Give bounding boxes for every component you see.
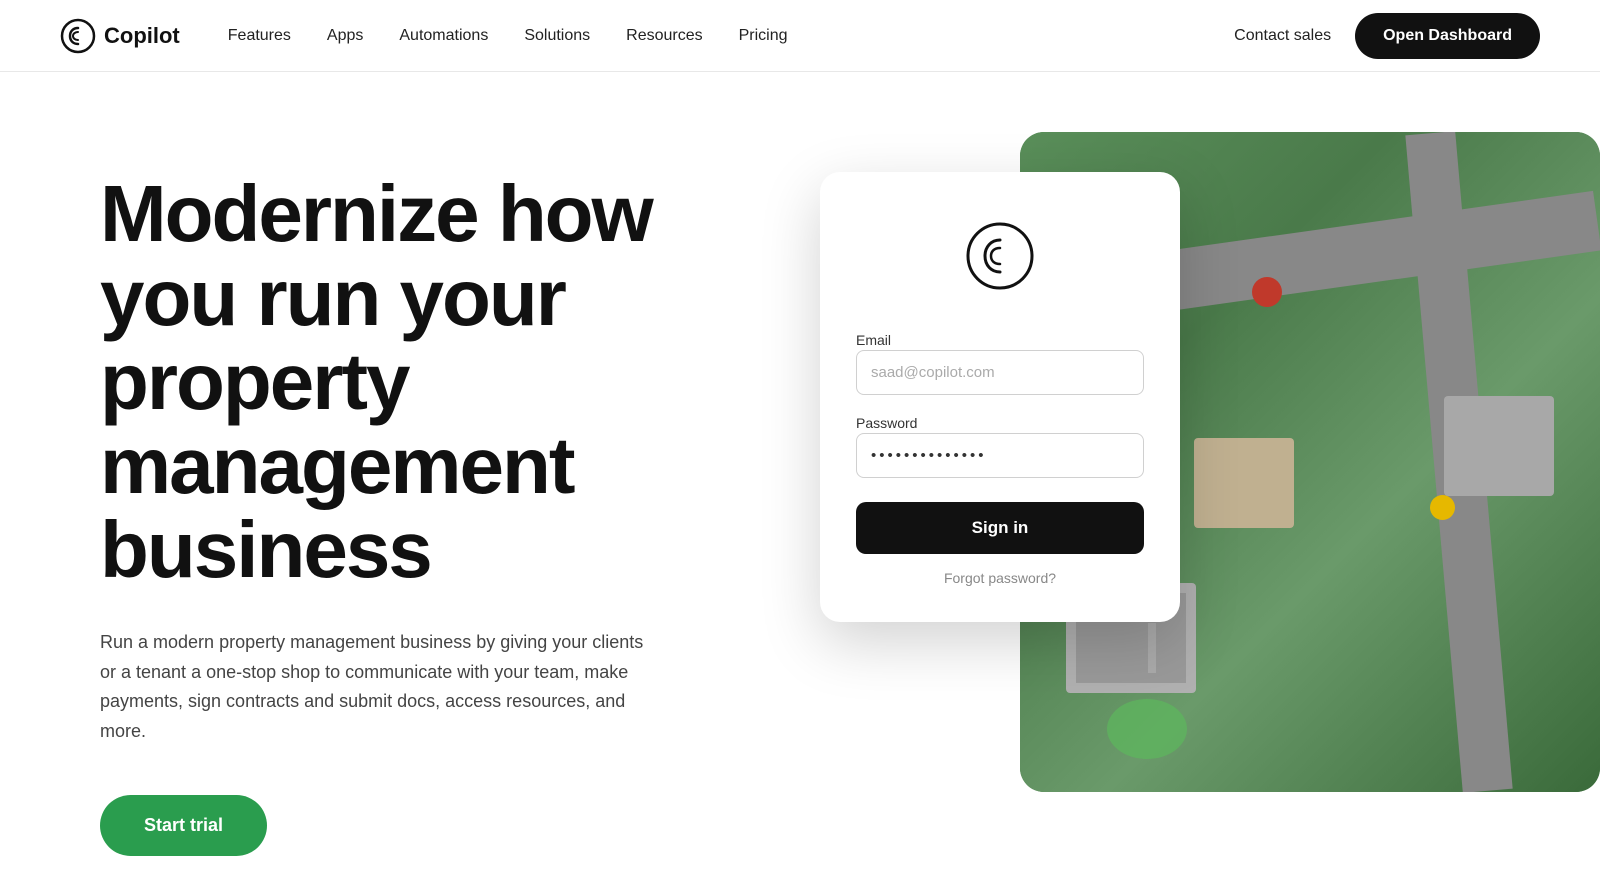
nav-apps[interactable]: Apps [327,27,363,44]
hero-headline: Modernize how you run your property mana… [100,172,780,592]
hero-subtext: Run a modern property management busines… [100,628,660,747]
hero-left: Modernize how you run your property mana… [100,132,780,856]
nav-pricing[interactable]: Pricing [739,27,788,44]
forgot-password-link[interactable]: Forgot password? [856,570,1144,586]
nav-automations[interactable]: Automations [399,27,488,44]
email-label: Email [856,332,891,348]
open-dashboard-button[interactable]: Open Dashboard [1355,13,1540,59]
logo[interactable]: Copilot [60,18,180,54]
password-input[interactable] [856,433,1144,478]
nav-solutions[interactable]: Solutions [524,27,590,44]
hero-right: Email Password Sign in Forgot password? [820,132,1540,832]
nav-features[interactable]: Features [228,27,291,44]
copilot-logo-icon [964,220,1036,292]
navbar: Copilot Features Apps Automations Soluti… [0,0,1600,72]
start-trial-button[interactable]: Start trial [100,795,267,856]
login-logo [856,220,1144,292]
login-card: Email Password Sign in Forgot password? [820,172,1180,622]
nav-links: Features Apps Automations Solutions Reso… [228,27,1234,45]
sign-in-button[interactable]: Sign in [856,502,1144,554]
email-input[interactable] [856,350,1144,395]
contact-sales-link[interactable]: Contact sales [1234,27,1331,45]
nav-resources[interactable]: Resources [626,27,702,44]
password-label: Password [856,415,917,431]
hero-section: Modernize how you run your property mana… [0,72,1600,877]
logo-text: Copilot [104,23,180,49]
nav-right: Contact sales Open Dashboard [1234,13,1540,59]
